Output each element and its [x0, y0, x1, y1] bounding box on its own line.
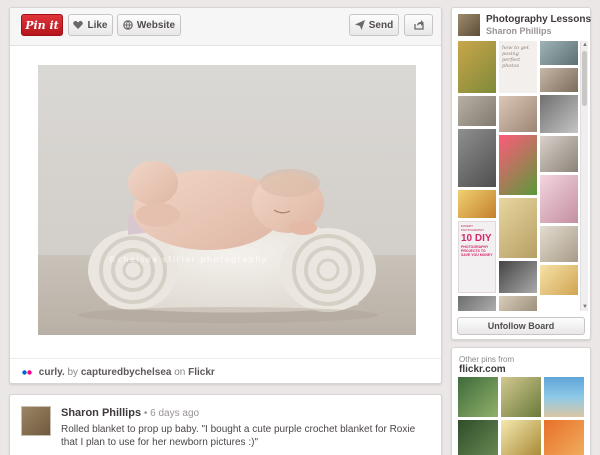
- by-text: by: [67, 367, 79, 379]
- board-pin-thumbnail[interactable]: [458, 41, 496, 93]
- website-button[interactable]: Website: [117, 14, 181, 36]
- board-pin-thumbnail[interactable]: [458, 190, 496, 218]
- other-pin-thumbnail[interactable]: [458, 420, 498, 455]
- other-pins-card: Other pins from flickr.com: [451, 347, 591, 455]
- board-pin-thumbnail[interactable]: [458, 296, 496, 311]
- scroll-up-icon[interactable]: ▲: [581, 41, 589, 49]
- unfollow-label: Unfollow Board: [487, 321, 555, 331]
- grid-column: EXPERT PHOTOGRAPHY 10 DIY PHOTOGRAPHY PR…: [458, 41, 496, 311]
- comment-author-link[interactable]: Sharon Phillips: [61, 407, 141, 419]
- board-pin-thumbnail[interactable]: [540, 68, 578, 92]
- pin-source-line: curly. by capturedbychelsea on Flickr: [10, 358, 441, 384]
- pin-card: Pin it Like Website Send ©chelsea stirle…: [9, 7, 442, 384]
- pin-site-link[interactable]: Flickr: [188, 367, 215, 378]
- board-title-link[interactable]: Photography Lessons: [486, 14, 591, 25]
- board-pin-thumbnail[interactable]: how to get posing perfect photos: [499, 41, 537, 93]
- pin-it-label: Pin it: [25, 18, 59, 32]
- board-scrollbar[interactable]: ▲ ▼: [580, 41, 588, 311]
- newborn-photo-illustration: [38, 65, 416, 335]
- other-pins-source-link[interactable]: flickr.com: [459, 364, 506, 375]
- board-pin-thumbnail[interactable]: [499, 296, 537, 311]
- board-pin-thumbnail[interactable]: [540, 265, 578, 295]
- board-pin-thumbnail[interactable]: [499, 135, 537, 195]
- on-text: on: [174, 367, 186, 379]
- globe-icon: [123, 20, 133, 30]
- board-pin-thumbnail[interactable]: [499, 261, 537, 293]
- board-pin-thumbnail[interactable]: [499, 198, 537, 258]
- send-label: Send: [368, 19, 394, 31]
- unfollow-board-button[interactable]: Unfollow Board: [457, 317, 585, 335]
- other-pin-thumbnail[interactable]: [544, 377, 584, 417]
- board-pin-thumbnail[interactable]: [458, 96, 496, 126]
- scrollbar-thumb[interactable]: [582, 51, 587, 106]
- heart-icon: [73, 21, 84, 29]
- board-card: Photography Lessons Sharon Phillips EXPE…: [451, 7, 591, 340]
- pin-user-link[interactable]: capturedbychelsea: [81, 367, 172, 378]
- board-pin-thumbnail[interactable]: [540, 95, 578, 133]
- other-pin-thumbnail[interactable]: [501, 420, 541, 455]
- avatar[interactable]: [21, 406, 51, 436]
- like-label: Like: [87, 19, 108, 31]
- like-button[interactable]: Like: [68, 14, 113, 36]
- paper-plane-icon: [354, 20, 365, 30]
- board-pin-thumbnail[interactable]: [540, 175, 578, 223]
- comment-text: Rolled blanket to prop up baby. "I bough…: [61, 424, 416, 448]
- share-button[interactable]: [404, 14, 433, 36]
- send-button[interactable]: Send: [349, 14, 399, 36]
- board-thumbnail[interactable]: [458, 14, 480, 36]
- pin-title-link[interactable]: curly.: [39, 367, 65, 378]
- other-pins-label: Other pins from: [459, 355, 515, 364]
- board-pin-thumbnail[interactable]: EXPERT PHOTOGRAPHY 10 DIY PHOTOGRAPHY PR…: [458, 221, 496, 293]
- scroll-down-icon[interactable]: ▼: [581, 303, 589, 311]
- website-label: Website: [136, 19, 176, 31]
- board-pin-thumbnail[interactable]: [458, 129, 496, 187]
- other-pin-thumbnail[interactable]: [501, 377, 541, 417]
- comment-time: • 6 days ago: [143, 408, 200, 419]
- grid-column: [540, 41, 578, 298]
- board-pin-thumbnail[interactable]: [540, 226, 578, 262]
- board-owner-link[interactable]: Sharon Phillips: [486, 26, 552, 36]
- comment-card: Sharon Phillips • 6 days ago Rolled blan…: [9, 394, 442, 455]
- pin-it-button[interactable]: Pin it: [21, 14, 63, 36]
- pin-toolbar: Pin it Like Website Send: [10, 8, 441, 46]
- board-pin-thumbnail[interactable]: [499, 96, 537, 132]
- board-pin-grid: EXPERT PHOTOGRAPHY 10 DIY PHOTOGRAPHY PR…: [458, 41, 579, 311]
- share-arrow-icon: [413, 20, 424, 30]
- grid-column: how to get posing perfect photos: [499, 41, 537, 311]
- diy-tile-big: 10 DIY: [461, 233, 492, 244]
- posing-tile-text: how to get posing perfect photos: [502, 45, 529, 69]
- other-pin-thumbnail[interactable]: [544, 420, 584, 455]
- board-pin-thumbnail[interactable]: [540, 136, 578, 172]
- pin-image-newborn-photo[interactable]: ©chelsea stirler photography: [38, 65, 416, 335]
- comment-header: Sharon Phillips • 6 days ago: [61, 407, 199, 419]
- board-pin-thumbnail[interactable]: [540, 41, 578, 65]
- other-pin-thumbnail[interactable]: [458, 377, 498, 417]
- diy-tile-sub: PHOTOGRAPHY PROJECTS TO SAVE YOU MONEY: [461, 245, 493, 257]
- photo-watermark: ©chelsea stirler photography: [108, 255, 269, 264]
- flickr-icon: [22, 367, 32, 378]
